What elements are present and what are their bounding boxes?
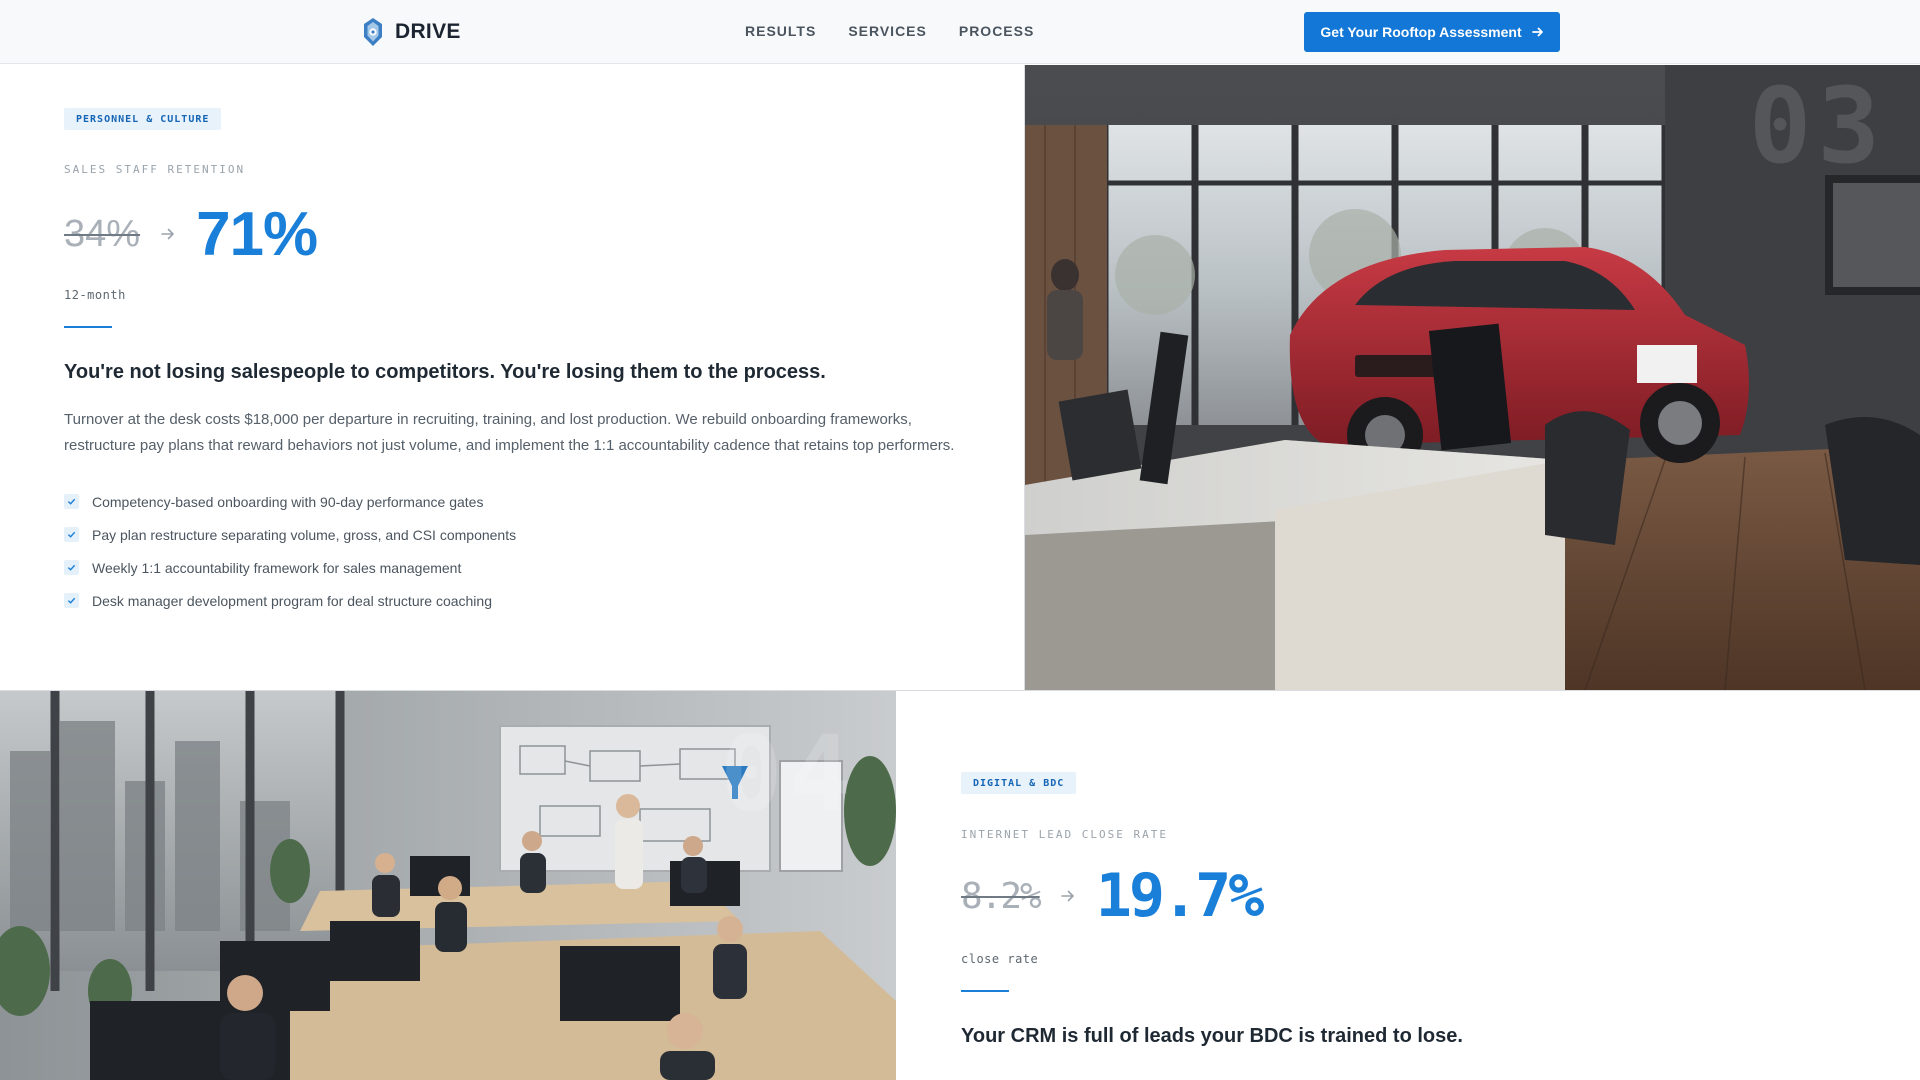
list-item: Weekly 1:1 accountability framework for … bbox=[64, 551, 516, 584]
check-icon bbox=[64, 593, 79, 608]
metric-stat: 8.2% 19.7% bbox=[961, 857, 1265, 935]
stat-after: 19.7% bbox=[1095, 861, 1265, 931]
list-item-label: Competency-based onboarding with 90-day … bbox=[92, 493, 484, 510]
list-item-label: Desk manager development program for dea… bbox=[92, 592, 492, 609]
category-badge: PERSONNEL & CULTURE bbox=[64, 108, 222, 130]
digital-bdc-section: DIGITAL & BDC INTERNET LEAD CLOSE RATE 8… bbox=[897, 691, 1920, 1080]
section-headline: You're not losing salespeople to competi… bbox=[64, 361, 826, 383]
site-header: DRIVE RESULTS SERVICES PROCESS Get Your … bbox=[0, 0, 1920, 64]
personnel-section: PERSONNEL & CULTURE SALES STAFF RETENTIO… bbox=[0, 65, 1024, 690]
main-nav: RESULTS SERVICES PROCESS bbox=[745, 23, 1034, 39]
check-icon bbox=[64, 494, 79, 509]
section-number: 04 bbox=[720, 713, 858, 835]
section-number: 03 bbox=[1748, 65, 1886, 187]
metric-label: SALES STAFF RETENTION bbox=[64, 163, 246, 176]
nav-process[interactable]: PROCESS bbox=[959, 23, 1034, 39]
stat-before: 34% bbox=[64, 212, 141, 255]
metric-label: INTERNET LEAD CLOSE RATE bbox=[961, 828, 1168, 841]
list-item: Desk manager development program for dea… bbox=[64, 584, 516, 617]
stat-before: 8.2% bbox=[961, 875, 1042, 917]
arrow-right-icon bbox=[161, 228, 174, 240]
list-item: Competency-based onboarding with 90-day … bbox=[64, 485, 516, 518]
arrow-right-icon bbox=[1060, 890, 1074, 902]
nav-results[interactable]: RESULTS bbox=[745, 23, 816, 39]
brand-name: DRIVE bbox=[395, 20, 461, 43]
category-badge: DIGITAL & BDC bbox=[961, 772, 1077, 794]
cta-label: Get Your Rooftop Assessment bbox=[1320, 24, 1522, 40]
section-body: Turnover at the desk costs $18,000 per d… bbox=[64, 411, 955, 454]
section-headline: Your CRM is full of leads your BDC is tr… bbox=[961, 1025, 1463, 1047]
arrow-right-icon bbox=[1531, 27, 1543, 37]
list-item-label: Weekly 1:1 accountability framework for … bbox=[92, 559, 462, 576]
check-icon bbox=[64, 527, 79, 542]
nav-services[interactable]: SERVICES bbox=[848, 23, 927, 39]
accent-divider bbox=[961, 990, 1009, 992]
stat-after: 71% bbox=[196, 199, 318, 269]
drive-logo-icon bbox=[364, 18, 382, 46]
showroom-image: 03 bbox=[1025, 65, 1920, 690]
rooftop-assessment-button[interactable]: Get Your Rooftop Assessment bbox=[1304, 12, 1560, 52]
list-item-label: Pay plan restructure separating volume, … bbox=[92, 526, 517, 543]
metric-unit: close rate bbox=[961, 952, 1039, 966]
metric-stat: 34% 71% bbox=[64, 195, 318, 273]
list-item: Pay plan restructure separating volume, … bbox=[64, 518, 516, 551]
accent-divider bbox=[64, 326, 112, 328]
bdc-office-image: 04 bbox=[0, 691, 896, 1080]
feature-checklist: Competency-based onboarding with 90-day … bbox=[64, 485, 516, 617]
check-icon bbox=[64, 560, 79, 575]
metric-unit: 12-month bbox=[64, 288, 126, 302]
brand-logo[interactable]: DRIVE bbox=[361, 17, 461, 47]
